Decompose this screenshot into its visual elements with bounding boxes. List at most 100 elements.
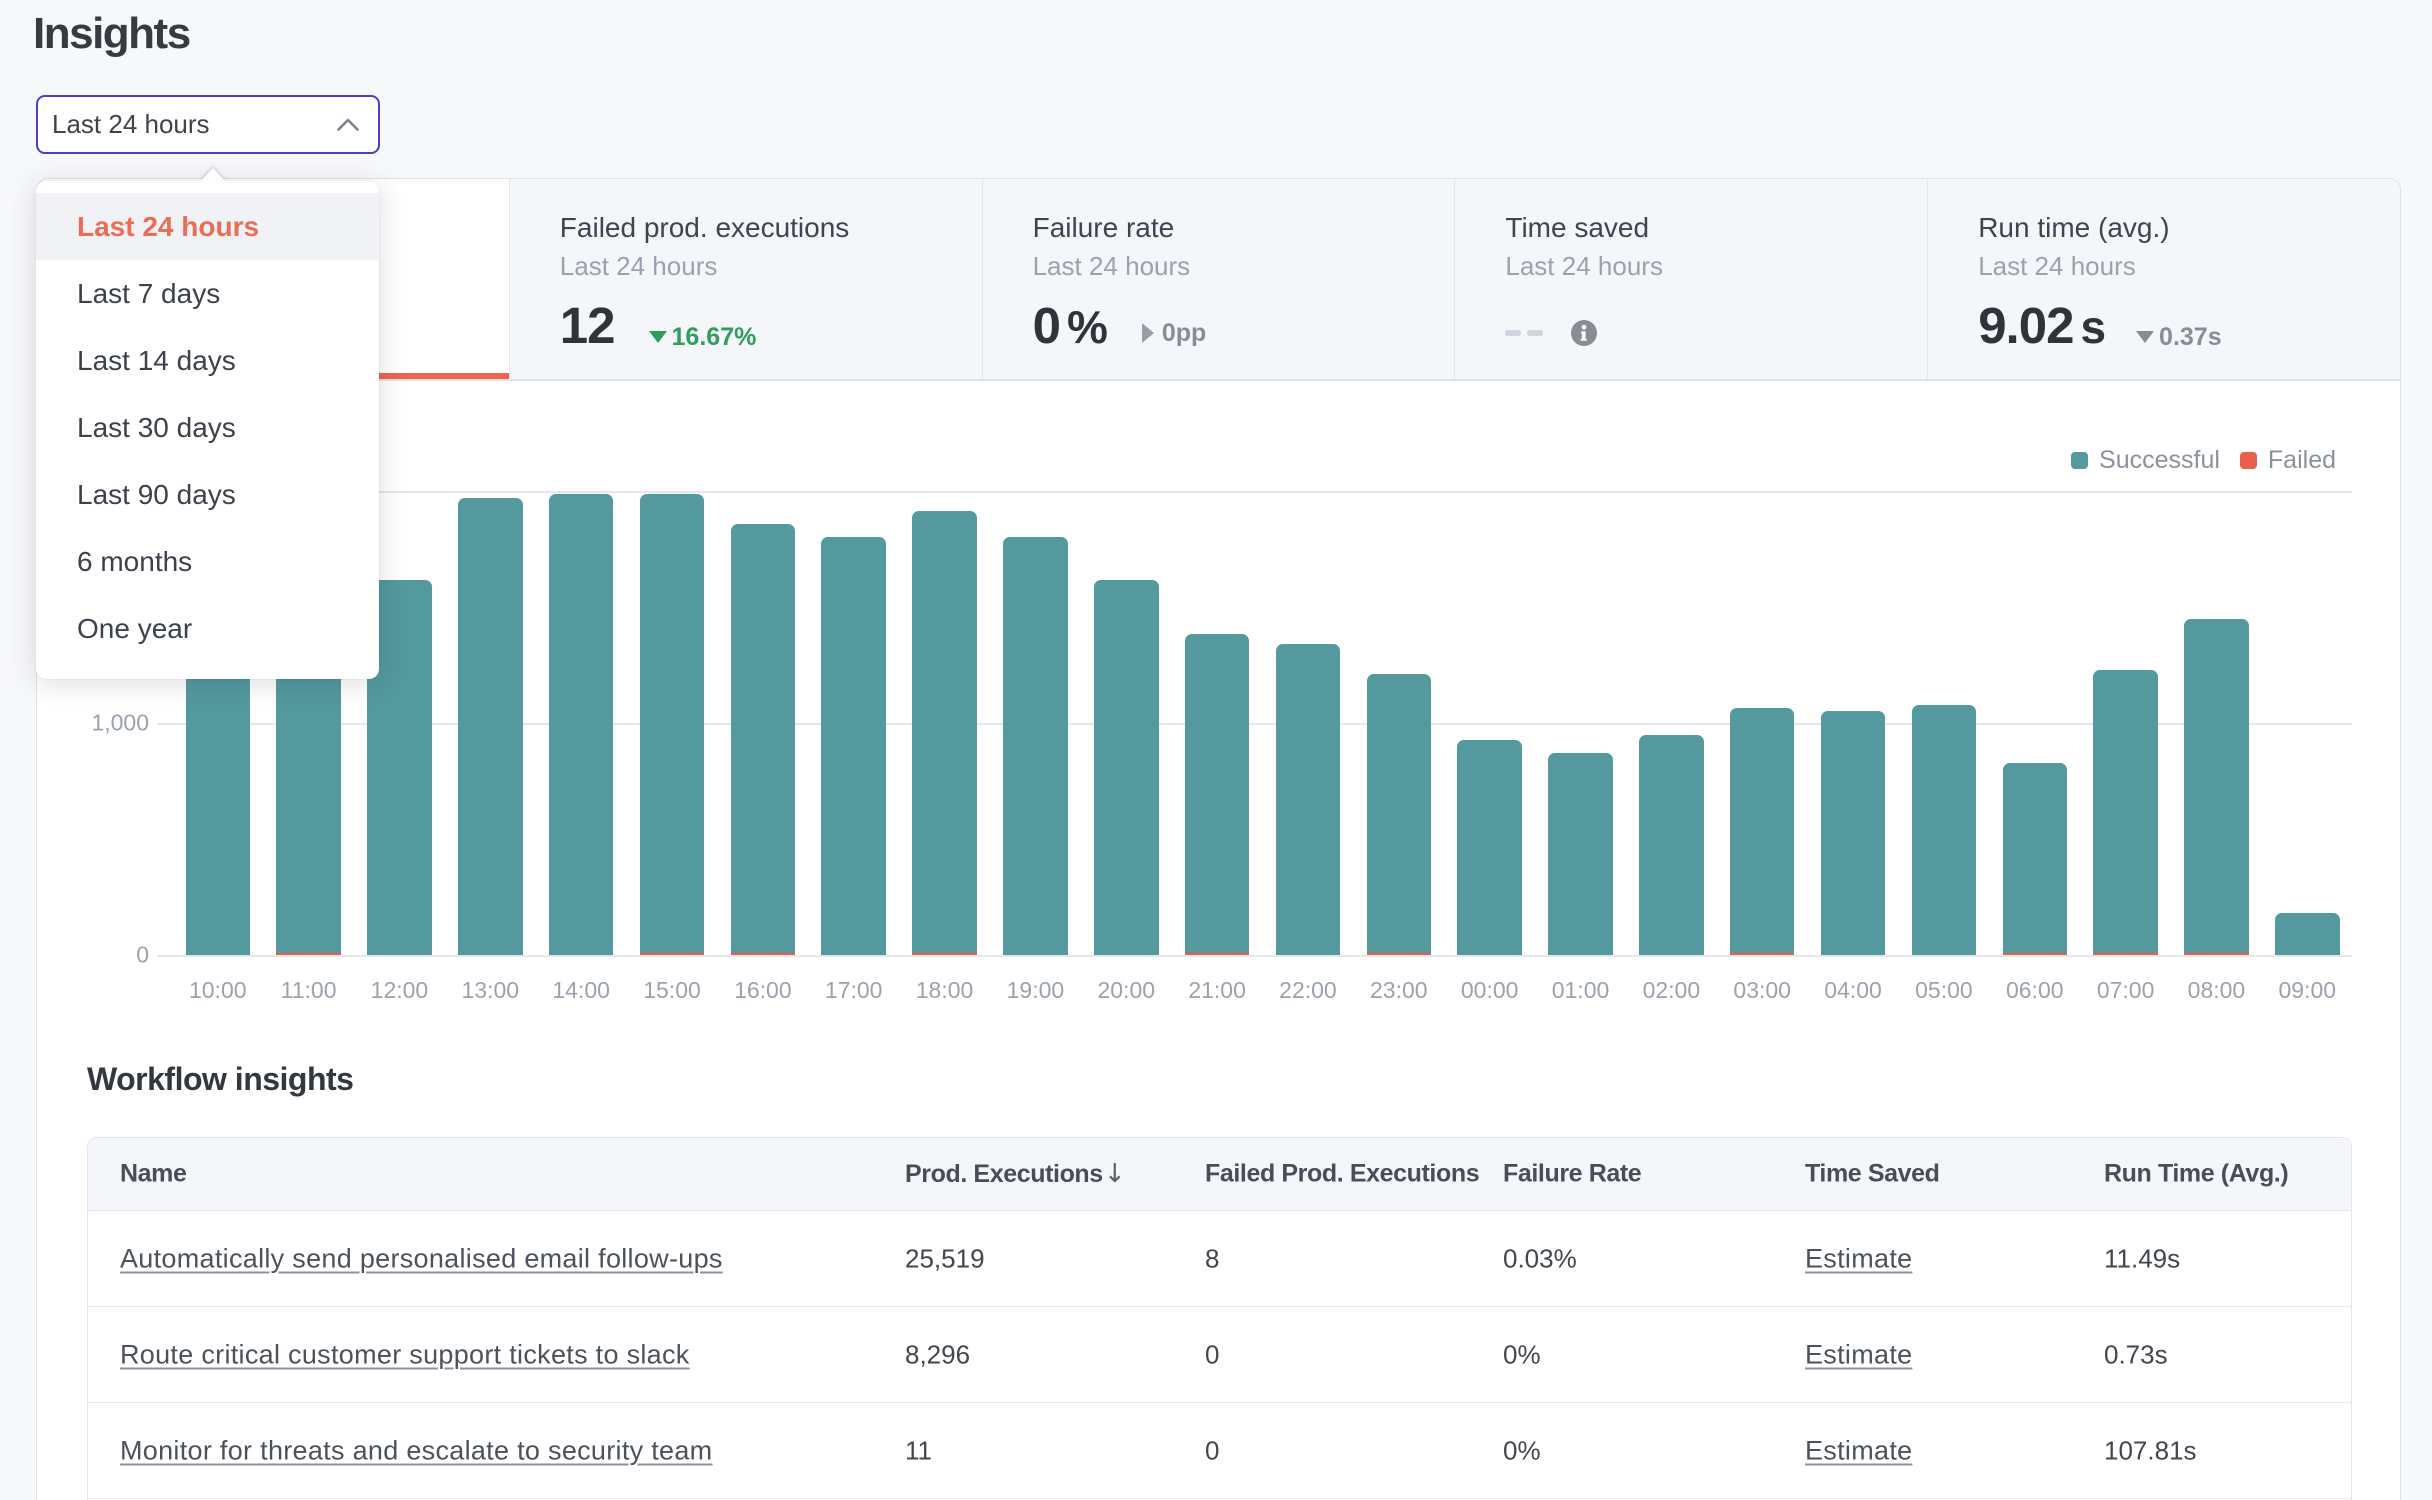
menu-item-last-7-days[interactable]: Last 7 days (36, 260, 379, 327)
no-data-dashes (1505, 330, 1543, 336)
column-header-saved[interactable]: Time Saved (1805, 1160, 1940, 1189)
time-range-menu: Last 24 hoursLast 7 daysLast 14 daysLast… (36, 181, 379, 679)
bar-18:00[interactable] (912, 379, 977, 955)
table-row: Route critical customer support tickets … (88, 1307, 2351, 1403)
bar-successful-segment (640, 494, 705, 953)
summary-tab-delta-text: 16.67% (672, 323, 757, 352)
menu-item-one-year[interactable]: One year (36, 595, 379, 662)
bar-07:00[interactable] (2093, 379, 2158, 955)
cell-runtime: 0.73s (2104, 1339, 2168, 1370)
bar-09:00[interactable] (2275, 379, 2340, 955)
cell-name: Automatically send personalised email fo… (120, 1243, 723, 1274)
bar-14:00[interactable] (549, 379, 614, 955)
column-header-rate[interactable]: Failure Rate (1503, 1160, 1641, 1189)
menu-item-last-24-hours[interactable]: Last 24 hours (36, 193, 379, 260)
x-axis-label: 09:00 (2257, 977, 2357, 1004)
bar-04:00[interactable] (1821, 379, 1886, 955)
bar-successful-segment (1821, 711, 1886, 955)
x-axis-label: 08:00 (2166, 977, 2266, 1004)
bar-02:00[interactable] (1639, 379, 1704, 955)
estimate-link[interactable]: Estimate (1805, 1243, 1912, 1273)
cell-saved: Estimate (1805, 1435, 1912, 1466)
menu-caret-icon (201, 168, 225, 181)
x-axis-label: 02:00 (1621, 977, 1721, 1004)
bar-01:00[interactable] (1548, 379, 1613, 955)
bar-failed-segment (1730, 953, 1795, 956)
cell-rate: 0% (1503, 1435, 1541, 1466)
summary-tabs: Failed prod. executionsLast 24 hours1216… (37, 179, 2400, 381)
cell-saved: Estimate (1805, 1339, 1912, 1370)
bar-23:00[interactable] (1367, 379, 1432, 955)
summary-tab-subtitle: Last 24 hours (1978, 251, 2380, 282)
cell-rate: 0.03% (1503, 1243, 1577, 1274)
bar-03:00[interactable] (1730, 379, 1795, 955)
summary-tab-run-time-avg[interactable]: Run time (avg.)Last 24 hours9.02s0.37s (1927, 179, 2400, 379)
x-axis-label: 06:00 (1985, 977, 2085, 1004)
legend-swatch (2071, 452, 2088, 469)
info-icon[interactable] (1571, 320, 1597, 346)
cell-saved: Estimate (1805, 1243, 1912, 1274)
x-axis-label: 03:00 (1712, 977, 1812, 1004)
bar-13:00[interactable] (458, 379, 523, 955)
summary-tab-subtitle: Last 24 hours (1505, 251, 1907, 282)
bar-successful-segment (1367, 674, 1432, 952)
x-axis-label: 21:00 (1167, 977, 1267, 1004)
column-header-prod[interactable]: Prod. Executions↓ (905, 1159, 1125, 1189)
summary-tab-failure-rate[interactable]: Failure rateLast 24 hours0%0pp (982, 179, 1455, 379)
bar-08:00[interactable] (2184, 379, 2249, 955)
bar-22:00[interactable] (1276, 379, 1341, 955)
insights-panel: Failed prod. executionsLast 24 hours1216… (36, 178, 2401, 1500)
bar-17:00[interactable] (821, 379, 886, 955)
bar-successful-segment (2275, 913, 2340, 955)
column-header-name[interactable]: Name (120, 1160, 187, 1189)
bar-19:00[interactable] (1003, 379, 1068, 955)
workflow-insights-title: Workflow insights (87, 1061, 353, 1098)
x-axis-label: 12:00 (349, 977, 449, 1004)
bar-00:00[interactable] (1457, 379, 1522, 955)
bar-06:00[interactable] (2003, 379, 2068, 955)
x-axis-label: 13:00 (440, 977, 540, 1004)
summary-tab-delta: 0pp (1142, 319, 1206, 348)
cell-runtime: 107.81s (2104, 1435, 2197, 1466)
column-header-failed[interactable]: Failed Prod. Executions (1205, 1160, 1479, 1189)
table-header-row: Name Prod. Executions↓ Failed Prod. Execut… (88, 1138, 2351, 1211)
menu-item-last-90-days[interactable]: Last 90 days (36, 461, 379, 528)
x-axis-label: 15:00 (622, 977, 722, 1004)
time-range-select[interactable]: Last 24 hours (36, 95, 380, 154)
table-row: Automatically send personalised email fo… (88, 1211, 2351, 1307)
bar-05:00[interactable] (1912, 379, 1977, 955)
bar-successful-segment (912, 511, 977, 953)
summary-tab-title: Time saved (1505, 212, 1907, 244)
executions-chart: SuccessfulFailed 01,0002,00010:0011:0012… (37, 379, 2400, 1014)
summary-tab-time-saved[interactable]: Time saved Last 24 hours (1454, 179, 1927, 379)
cell-rate: 0% (1503, 1339, 1541, 1370)
summary-tab-delta: 0.37s (2136, 323, 2222, 352)
bar-failed-segment (731, 953, 796, 956)
bar-21:00[interactable] (1185, 379, 1250, 955)
bar-successful-segment (1912, 705, 1977, 955)
menu-item-6-months[interactable]: 6 months (36, 528, 379, 595)
workflow-link[interactable]: Route critical customer support tickets … (120, 1339, 690, 1369)
cell-name: Route critical customer support tickets … (120, 1339, 690, 1370)
bar-15:00[interactable] (640, 379, 705, 955)
menu-item-last-14-days[interactable]: Last 14 days (36, 327, 379, 394)
workflow-insights-table: Name Prod. Executions↓ Failed Prod. Execut… (87, 1137, 2352, 1500)
workflow-link[interactable]: Automatically send personalised email fo… (120, 1243, 723, 1273)
bar-failed-segment (912, 953, 977, 956)
workflow-link[interactable]: Monitor for threats and escalate to secu… (120, 1435, 712, 1465)
bar-successful-segment (1185, 634, 1250, 953)
bar-16:00[interactable] (731, 379, 796, 955)
sort-desc-icon: ↓ (1104, 1159, 1125, 1189)
estimate-link[interactable]: Estimate (1805, 1339, 1912, 1369)
chart-gridline (157, 955, 2352, 957)
menu-item-last-30-days[interactable]: Last 30 days (36, 394, 379, 461)
x-axis-label: 00:00 (1440, 977, 1540, 1004)
bar-20:00[interactable] (1094, 379, 1159, 955)
summary-tab-value: 12 (560, 300, 615, 351)
bar-successful-segment (2184, 619, 2249, 953)
estimate-link[interactable]: Estimate (1805, 1435, 1912, 1465)
column-header-runtime[interactable]: Run Time (Avg.) (2104, 1160, 2288, 1189)
bar-successful-segment (1094, 580, 1159, 955)
x-axis-label: 19:00 (985, 977, 1085, 1004)
summary-tab-failed-prod-executions[interactable]: Failed prod. executionsLast 24 hours1216… (509, 179, 982, 379)
